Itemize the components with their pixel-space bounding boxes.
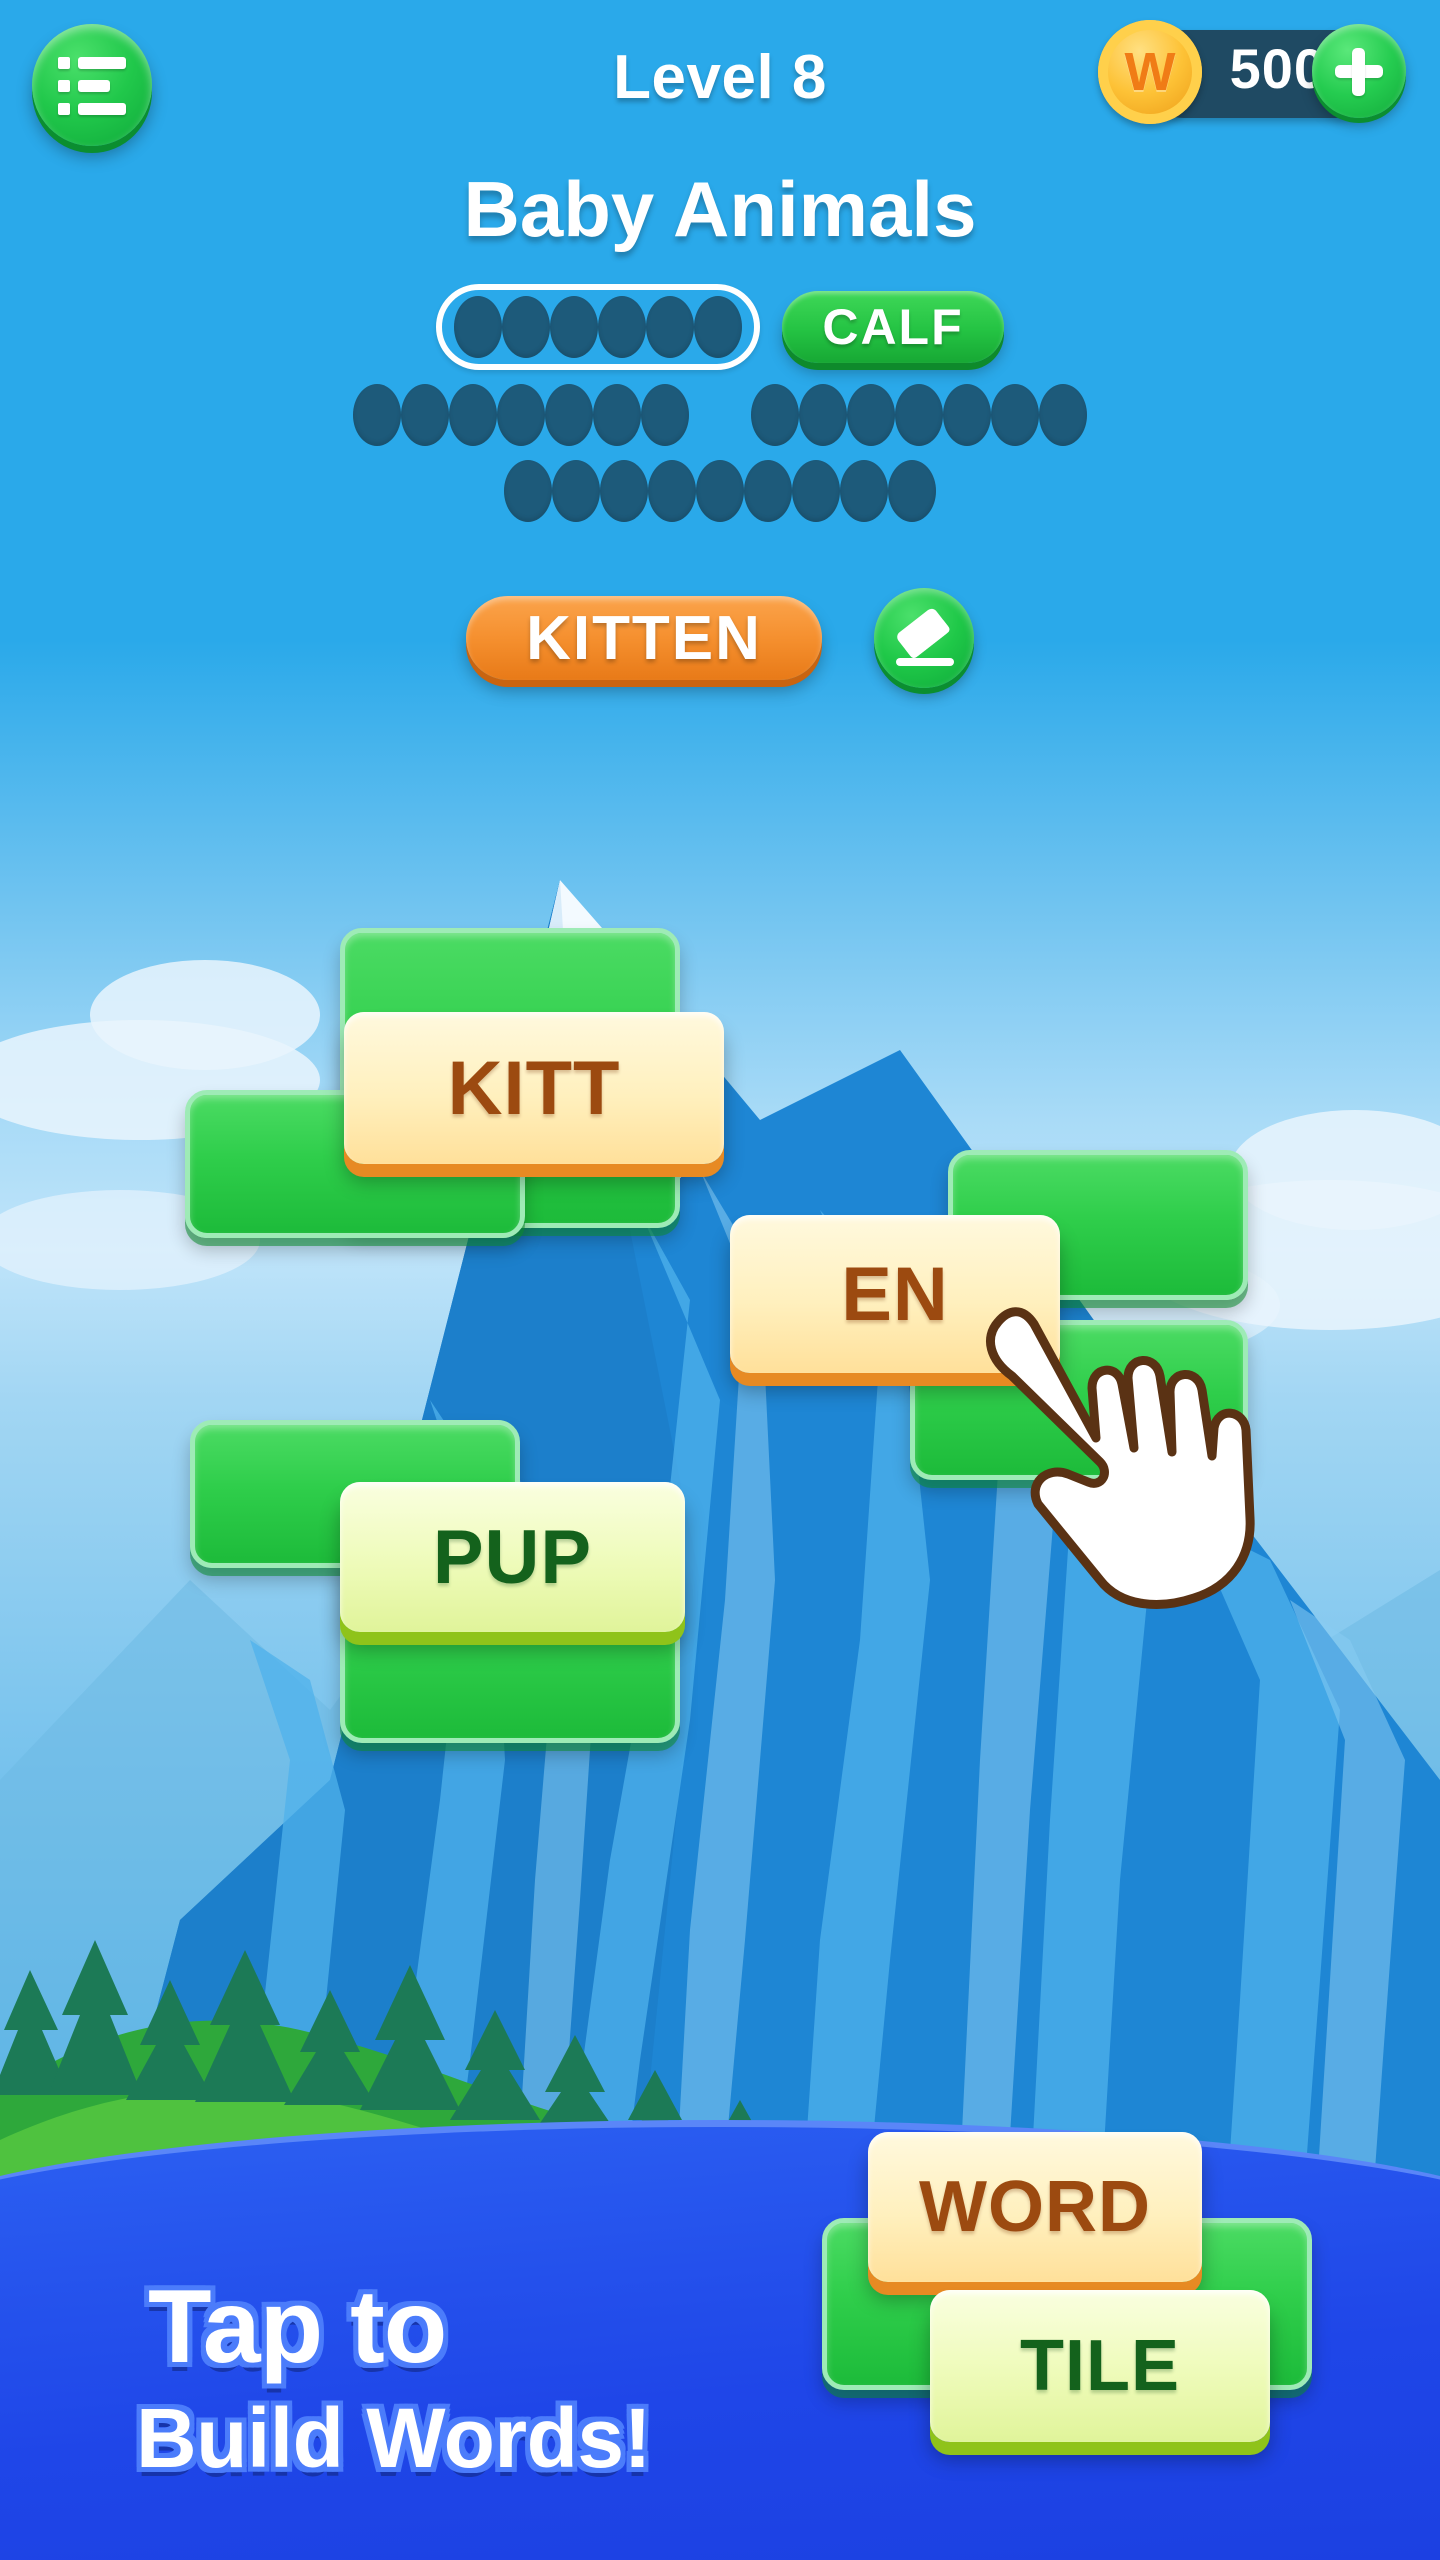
letter-slot	[353, 384, 401, 446]
letter-slot	[1039, 384, 1087, 446]
tile-pup[interactable]: PUP	[340, 1482, 685, 1632]
letter-slot	[641, 384, 689, 446]
letter-slot	[454, 296, 503, 358]
active-word-slot[interactable]	[436, 284, 761, 370]
word-slot-group[interactable]	[751, 384, 1087, 446]
letter-slot	[401, 384, 449, 446]
letter-slot	[751, 384, 799, 446]
tile-kitt[interactable]: KITT	[344, 1012, 724, 1164]
letter-slot	[593, 384, 641, 446]
letter-slot	[502, 296, 551, 358]
coin-icon: W	[1098, 20, 1202, 124]
top-bar: Level 8 500 W	[0, 0, 1440, 170]
coin-icon-letter: W	[1124, 42, 1176, 102]
letter-slot	[696, 460, 744, 522]
letter-slot	[799, 384, 847, 446]
eraser-icon	[895, 608, 954, 666]
letter-slot	[497, 384, 545, 446]
letter-slot	[694, 296, 743, 358]
letter-slot	[792, 460, 840, 522]
word-row	[0, 460, 1440, 522]
letter-slot	[598, 296, 647, 358]
erase-button[interactable]	[873, 588, 974, 688]
letter-slot	[847, 384, 895, 446]
word-row	[0, 384, 1440, 446]
current-guess-row: KITTEN	[0, 588, 1440, 688]
word-slot-group[interactable]	[353, 384, 689, 446]
letter-slot	[648, 460, 696, 522]
letter-slot	[840, 460, 888, 522]
letter-slot	[895, 384, 943, 446]
solved-word-calf[interactable]: CALF	[782, 291, 1004, 363]
current-guess-word[interactable]: KITTEN	[466, 596, 822, 680]
letter-slot	[449, 384, 497, 446]
category-title: Baby Animals	[463, 165, 977, 253]
tile-tile[interactable]: TILE	[930, 2290, 1270, 2442]
letter-slot	[550, 296, 599, 358]
letter-slot	[600, 460, 648, 522]
letter-slot	[991, 384, 1039, 446]
puzzle-header: Baby Animals CALF KITTEN	[0, 170, 1440, 688]
letter-slot	[552, 460, 600, 522]
tile-word[interactable]: WORD	[868, 2132, 1202, 2282]
tile-en[interactable]: EN	[730, 1215, 1060, 1373]
letter-slot	[646, 296, 695, 358]
word-row: CALF	[0, 284, 1440, 370]
letter-slot	[744, 460, 792, 522]
add-coins-button[interactable]	[1312, 24, 1406, 118]
letter-slot	[943, 384, 991, 446]
letter-slot	[504, 460, 552, 522]
letter-slot	[888, 460, 936, 522]
letter-slot	[545, 384, 593, 446]
word-slot-group[interactable]	[504, 460, 936, 522]
